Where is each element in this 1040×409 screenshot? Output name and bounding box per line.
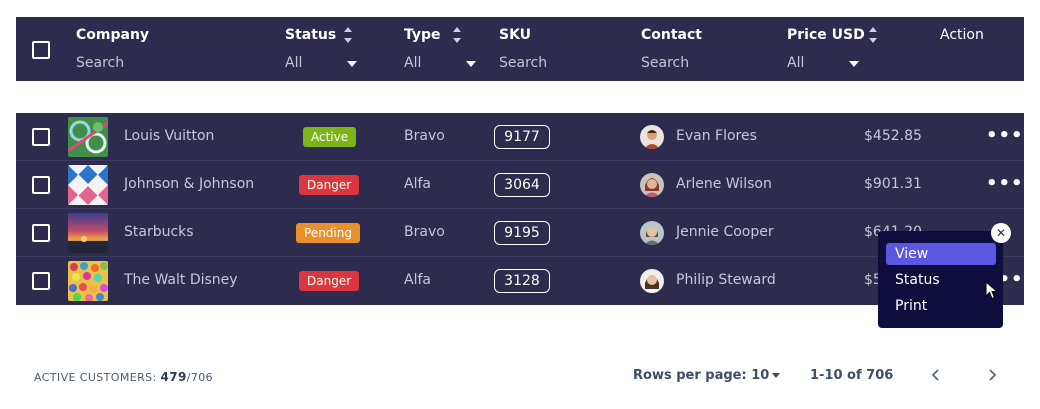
mouse-cursor-icon	[985, 281, 999, 300]
row-checkbox[interactable]	[32, 224, 50, 242]
rows-per-page-select[interactable]: Rows per page: 10	[633, 368, 781, 383]
type-cell: Alfa	[404, 176, 431, 192]
table-row: Starbucks Pending Bravo 9195 Jennie Coop…	[16, 209, 1024, 257]
sort-type-icon[interactable]	[452, 27, 462, 43]
type-cell: Bravo	[404, 128, 445, 144]
active-customers-count: 479	[160, 370, 187, 384]
company-name: The Walt Disney	[124, 272, 238, 288]
data-table-page: Company Search Status All Type All SKU S…	[0, 0, 1040, 409]
chevron-down-icon	[772, 373, 781, 378]
contact-name: Evan Flores	[676, 128, 757, 144]
type-cell: Alfa	[404, 272, 431, 288]
company-name: Johnson & Johnson	[124, 176, 255, 192]
next-page-icon[interactable]	[984, 366, 1000, 384]
contact-avatar	[640, 173, 664, 197]
row-checkbox[interactable]	[32, 176, 50, 194]
rows-per-page-label: Rows per page: 10	[633, 368, 770, 383]
table-row: Louis Vuitton Active Bravo 9177 Evan Flo…	[16, 113, 1024, 161]
column-header-company[interactable]: Company	[76, 27, 149, 43]
company-thumbnail	[68, 117, 108, 157]
row-action-menu: View Status Print	[878, 231, 1003, 328]
company-thumbnail	[68, 213, 108, 253]
company-name: Starbucks	[124, 224, 194, 240]
row-actions-button[interactable]: •••	[986, 175, 1024, 193]
active-customers-label: ACTIVE CUSTOMERS:	[34, 371, 157, 384]
status-badge: Pending	[296, 223, 360, 243]
active-customers-total: /706	[186, 371, 214, 384]
column-header-contact[interactable]: Contact	[641, 27, 702, 43]
price-cell: $901.31	[864, 176, 922, 192]
sku-tag: 9195	[494, 221, 550, 245]
table-row: The Walt Disney Danger Alfa 3128 Philip …	[16, 257, 1024, 305]
row-actions-button[interactable]: •••	[986, 127, 1024, 145]
price-filter-select[interactable]: All	[787, 55, 804, 71]
sort-price-icon[interactable]	[868, 27, 878, 43]
menu-item-print[interactable]: Print	[886, 295, 996, 317]
type-cell: Bravo	[404, 224, 445, 240]
sku-tag: 9177	[494, 125, 550, 149]
column-header-action: Action	[940, 27, 984, 43]
contact-avatar	[640, 125, 664, 149]
column-header-status[interactable]: Status	[285, 27, 336, 43]
sku-search-input[interactable]: Search	[499, 55, 547, 71]
type-filter-select[interactable]: All	[404, 55, 421, 71]
column-header-type[interactable]: Type	[404, 27, 441, 43]
contact-avatar	[640, 221, 664, 245]
row-checkbox[interactable]	[32, 272, 50, 290]
status-dropdown-icon[interactable]	[347, 61, 357, 67]
sort-status-icon[interactable]	[343, 27, 353, 43]
status-badge: Danger	[299, 271, 360, 291]
previous-page-icon[interactable]	[928, 366, 944, 384]
table-header: Company Search Status All Type All SKU S…	[16, 17, 1024, 81]
pagination-range: 1-10 of 706	[810, 368, 894, 383]
table-row: Johnson & Johnson Danger Alfa 3064 Arlen…	[16, 161, 1024, 209]
select-all-checkbox[interactable]	[32, 41, 50, 59]
company-name: Louis Vuitton	[124, 128, 215, 144]
table-body: Louis Vuitton Active Bravo 9177 Evan Flo…	[16, 113, 1024, 305]
company-thumbnail	[68, 165, 108, 205]
close-icon[interactable]: ✕	[991, 223, 1011, 243]
menu-item-view[interactable]: View	[886, 243, 996, 265]
contact-name: Arlene Wilson	[676, 176, 772, 192]
active-customers-summary: ACTIVE CUSTOMERS: 479/706	[34, 370, 213, 384]
column-header-sku[interactable]: SKU	[499, 27, 531, 43]
contact-avatar	[640, 269, 664, 293]
status-badge: Active	[303, 127, 357, 147]
column-header-price[interactable]: Price USD	[787, 27, 865, 43]
contact-search-input[interactable]: Search	[641, 55, 689, 71]
status-badge: Danger	[299, 175, 360, 195]
price-dropdown-icon[interactable]	[849, 61, 859, 67]
type-dropdown-icon[interactable]	[466, 61, 476, 67]
contact-name: Jennie Cooper	[676, 224, 774, 240]
menu-item-status[interactable]: Status	[886, 269, 996, 291]
price-cell: $452.85	[864, 128, 922, 144]
company-thumbnail	[68, 261, 108, 301]
sku-tag: 3128	[494, 269, 550, 293]
company-search-input[interactable]: Search	[76, 55, 124, 71]
sku-tag: 3064	[494, 173, 550, 197]
contact-name: Philip Steward	[676, 272, 776, 288]
status-filter-select[interactable]: All	[285, 55, 302, 71]
row-checkbox[interactable]	[32, 128, 50, 146]
